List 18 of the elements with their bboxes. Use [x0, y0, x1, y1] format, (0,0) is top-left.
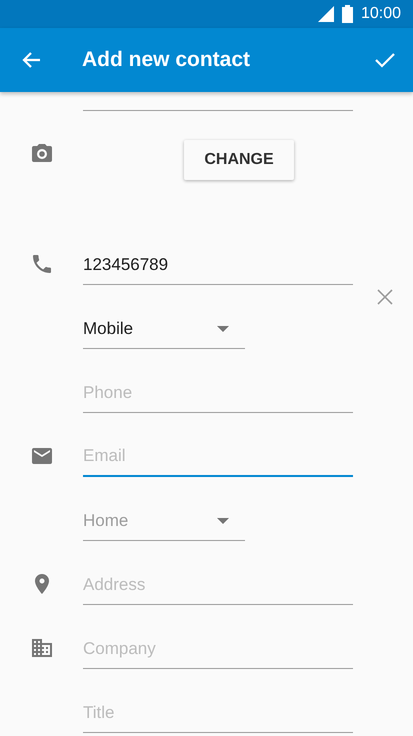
input-field[interactable]: Phone [83, 373, 353, 413]
input-field[interactable]: Company [83, 629, 353, 669]
caret-icon [217, 518, 229, 524]
input-field[interactable]: Title [83, 693, 353, 733]
change-photo-button[interactable]: CHANGE [184, 140, 294, 180]
status-time: 10:00 [360, 5, 401, 23]
building-icon [30, 636, 54, 660]
input-field[interactable]: Email [83, 437, 353, 477]
close-button[interactable] [377, 289, 393, 305]
close-icon [377, 289, 393, 305]
input-field[interactable]: 123456789 [83, 245, 353, 285]
input-field[interactable]: Address [83, 565, 353, 605]
battery-icon [342, 5, 353, 23]
camera-icon [30, 141, 54, 165]
caret-icon [217, 326, 229, 332]
screen-title: Add new contact [82, 48, 252, 72]
type-dropdown[interactable]: Mobile [83, 309, 245, 349]
signal-icon [318, 6, 334, 22]
